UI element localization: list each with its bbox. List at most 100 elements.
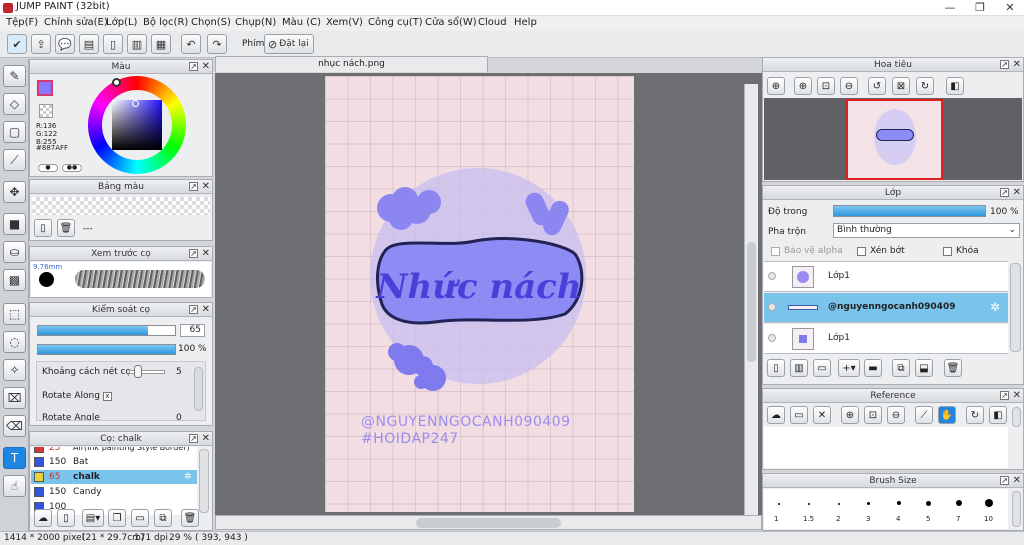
panel-close-icon[interactable]: ✕ (1013, 187, 1021, 199)
layer-row[interactable]: Lớp1 (764, 262, 1008, 292)
fit-window-icon[interactable]: ⊡ (817, 77, 835, 95)
size-cell[interactable]: 4 (884, 489, 914, 529)
duplicate-icon[interactable]: ⧉ (154, 509, 172, 527)
flip-icon[interactable]: ◧ (946, 77, 964, 95)
grid-icon[interactable]: ▦ (151, 34, 171, 54)
delete-layer-icon[interactable]: 🗑 (944, 359, 962, 377)
menu-select[interactable]: Chọn(S) (191, 17, 231, 28)
panel-close-icon[interactable]: ✕ (202, 248, 210, 260)
menu-capture[interactable]: Chụp(N) (235, 17, 276, 28)
close-reference-icon[interactable]: ✕ (813, 406, 831, 424)
clip-checkbox[interactable] (857, 247, 866, 256)
brush-opacity-slider[interactable] (37, 344, 176, 355)
add-swatch-icon[interactable]: ▯ (34, 219, 52, 237)
fill-rect-icon[interactable]: ■ (3, 213, 26, 235)
select-eraser-icon[interactable]: ⌫ (3, 415, 26, 437)
zoom-in-2-icon[interactable]: ⊕ (794, 77, 812, 95)
brush-list-scrollbar[interactable] (199, 449, 209, 513)
menu-cloud[interactable]: Cloud (478, 17, 507, 28)
menu-filter[interactable]: Bộ lọc(R) (143, 17, 188, 28)
select-pen-icon[interactable]: ⌧ (3, 387, 26, 409)
comment-icon[interactable]: 💬 (55, 34, 75, 54)
menu-view[interactable]: Xem(V) (326, 17, 363, 28)
brush-tool-icon[interactable]: ✎ (3, 65, 26, 87)
cloud-sync-icon[interactable]: ✔ (7, 34, 27, 54)
merge-layer-icon[interactable]: ⬓ (915, 359, 933, 377)
detach-icon[interactable]: ↗ (189, 182, 198, 191)
panel-close-icon[interactable]: ✕ (202, 181, 210, 193)
document-tab[interactable]: nhục nách.png (215, 56, 488, 72)
menu-color[interactable]: Màu (C) (282, 17, 321, 28)
cloud-download-icon[interactable]: ☁ (34, 509, 52, 527)
navigator-preview[interactable] (764, 98, 1022, 180)
detach-icon[interactable]: ↗ (1000, 391, 1009, 400)
layer-list-scrollbar[interactable] (1010, 263, 1021, 352)
copy-layer-icon[interactable]: ⧉ (892, 359, 910, 377)
magic-wand-icon[interactable]: ✧ (3, 359, 26, 381)
detach-icon[interactable]: ↗ (189, 305, 198, 314)
layer-row[interactable]: Lớp1 (764, 324, 1008, 354)
panel-close-icon[interactable]: ✕ (202, 304, 210, 316)
reset-button[interactable]: ⊘ Đặt lại (264, 34, 314, 54)
color-mode-toggle[interactable]: ● (38, 164, 58, 172)
detach-icon[interactable]: ↗ (1000, 188, 1009, 197)
panel-close-icon[interactable]: ✕ (202, 61, 210, 73)
spacing-slider-thumb[interactable] (134, 365, 142, 378)
vertical-scroll-thumb[interactable] (747, 242, 756, 362)
rotate-along-checkbox[interactable]: x (103, 392, 112, 401)
reference-image-area[interactable] (764, 427, 1008, 468)
text-tool-icon[interactable]: T (3, 447, 26, 469)
add-layer-menu-icon[interactable]: +▾ (838, 359, 860, 377)
cloud-icon[interactable]: ☁ (767, 406, 785, 424)
document-icon[interactable]: ▥ (127, 34, 147, 54)
hand-select-icon[interactable]: ☝ (3, 475, 26, 497)
zoom-out-icon[interactable]: ⊖ (840, 77, 858, 95)
protect-alpha-checkbox[interactable] (771, 247, 780, 256)
new-layer-icon[interactable]: ▯ (767, 359, 785, 377)
detach-icon[interactable]: ↗ (189, 434, 198, 443)
list-item[interactable]: 150 Candy (31, 485, 197, 499)
open-folder-icon[interactable]: ▭ (790, 406, 808, 424)
delete-brush-icon[interactable]: 🗑 (181, 509, 199, 527)
panel-close-icon[interactable]: ✕ (202, 433, 210, 445)
message-icon[interactable]: ▤ (79, 34, 99, 54)
transparent-swatch[interactable] (39, 104, 53, 118)
redo-icon[interactable]: ↷ (207, 34, 227, 54)
zoom-in-icon[interactable]: ⊕ (767, 77, 785, 95)
delete-swatch-icon[interactable]: 🗑 (57, 219, 75, 237)
rotate-right-icon[interactable]: ↻ (916, 77, 934, 95)
zoom-out-icon[interactable]: ⊖ (887, 406, 905, 424)
brush-size-value[interactable]: 65 (180, 324, 205, 337)
panel-close-icon[interactable]: ✕ (1013, 59, 1021, 71)
panel-close-icon[interactable]: ✕ (1013, 475, 1021, 487)
panel-close-icon[interactable]: ✕ (1013, 390, 1021, 402)
new-vector-icon[interactable]: ▭ (813, 359, 831, 377)
layer-folder-icon[interactable]: ▬ (864, 359, 882, 377)
new-brush-icon[interactable]: ▯ (57, 509, 75, 527)
brush-menu-icon[interactable]: ▤▾ (82, 509, 104, 527)
menu-file[interactable]: Tệp(F) (6, 17, 38, 28)
eye-icon[interactable] (768, 334, 776, 342)
detach-icon[interactable]: ↗ (189, 249, 198, 258)
eraser-tool-icon[interactable]: ◇ (3, 93, 26, 115)
brush-size-slider[interactable] (37, 325, 176, 336)
list-item[interactable]: 25 Air(Ink painting Style Border) (31, 447, 197, 455)
list-item[interactable]: 150 Bat (31, 455, 197, 469)
select-rect-icon[interactable]: ⬚ (3, 303, 26, 325)
canvas-horizontal-scrollbar[interactable] (215, 515, 762, 530)
eyedropper-icon[interactable]: ⟋ (915, 406, 933, 424)
gear-icon[interactable]: ✲ (990, 300, 1000, 314)
line-tool-icon[interactable]: ⟋ (3, 149, 26, 171)
lasso-icon[interactable]: ◌ (3, 331, 26, 353)
saturation-square[interactable] (112, 100, 162, 150)
canvas-vertical-scrollbar[interactable] (744, 84, 758, 516)
list-item-selected[interactable]: 65 chalk ✲ (31, 470, 197, 484)
menu-layer[interactable]: Lớp(L) (106, 17, 137, 28)
color-mode-toggle-2[interactable]: ●● (62, 164, 82, 172)
rotate-icon[interactable]: ↻ (966, 406, 984, 424)
gear-icon[interactable]: ✲ (184, 470, 192, 484)
zoom-in-icon[interactable]: ⊕ (841, 406, 859, 424)
size-cell[interactable]: 1 (764, 489, 794, 529)
detach-icon[interactable]: ↗ (1000, 476, 1009, 485)
fit-icon[interactable]: ⊡ (864, 406, 882, 424)
